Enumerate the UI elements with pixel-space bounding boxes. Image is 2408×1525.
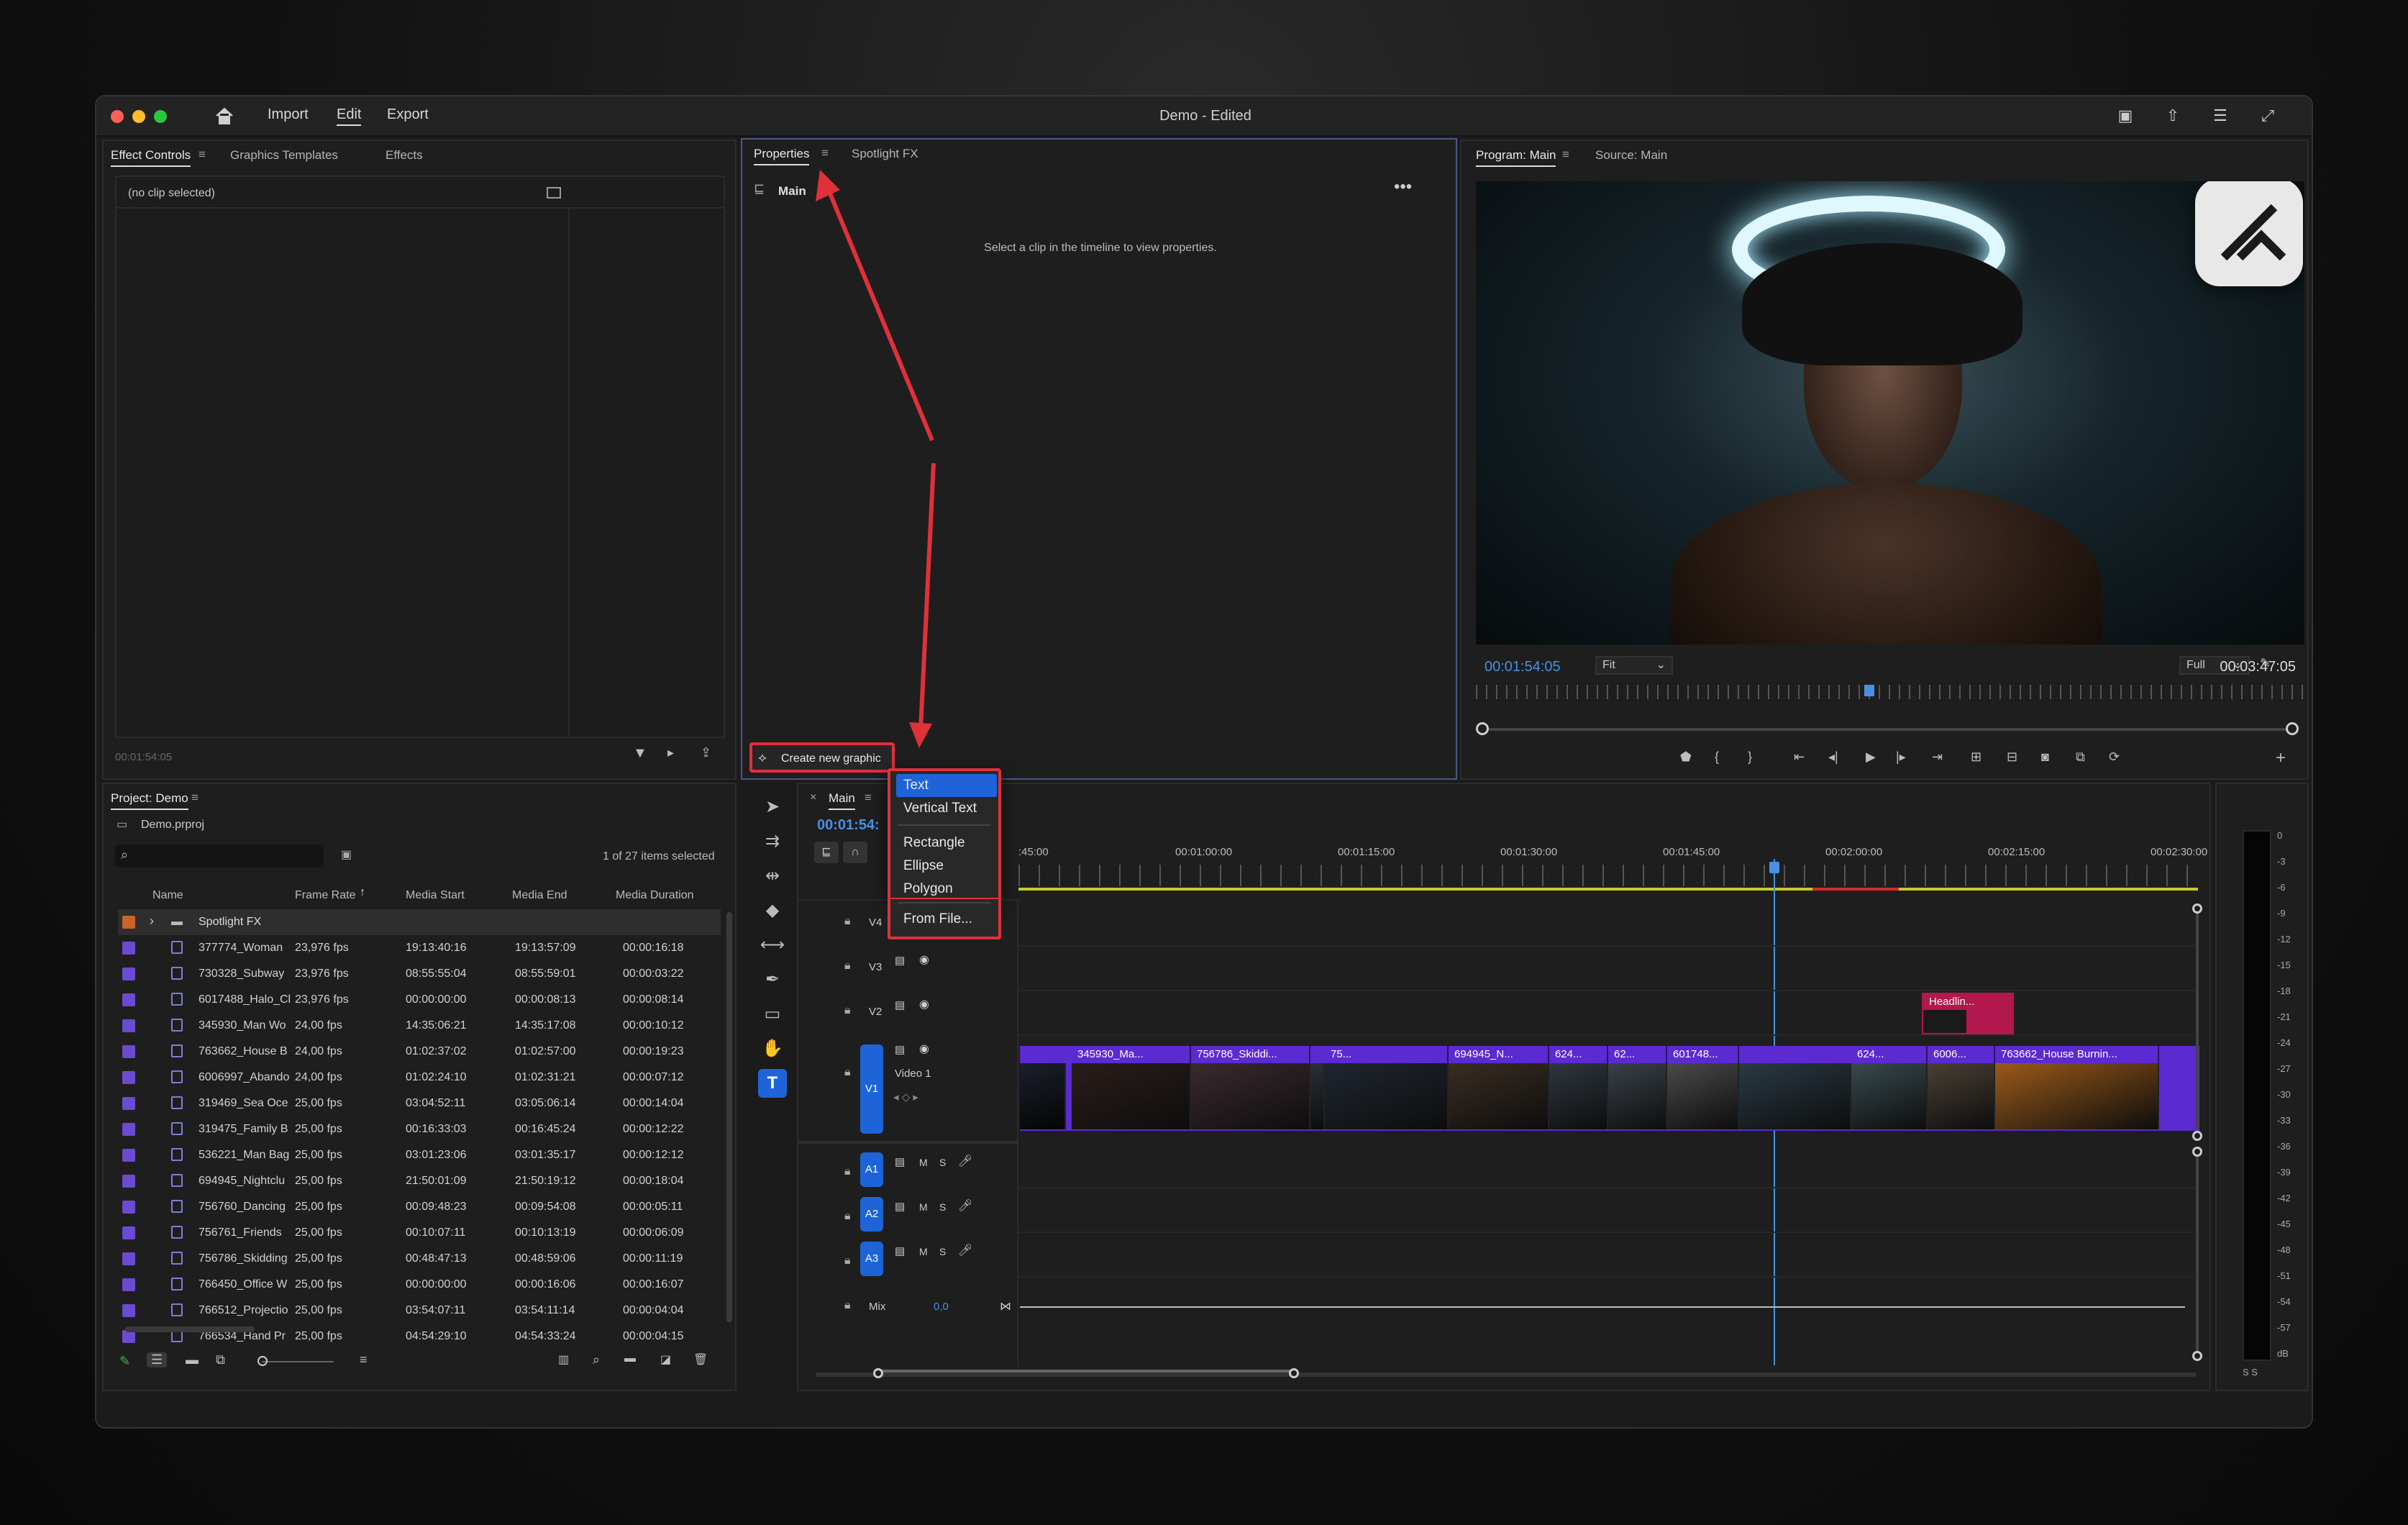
premiere-window: Import Edit Export Demo - Edited ▣ ⇧ ☰ ⤢… [95,95,2313,1429]
annotation-arrow-up [826,188,934,442]
arrow-head-icon [909,722,932,748]
arrow-head-icon [816,170,840,201]
annotation-arrows [816,170,936,748]
annotation-arrow-down [918,463,936,730]
